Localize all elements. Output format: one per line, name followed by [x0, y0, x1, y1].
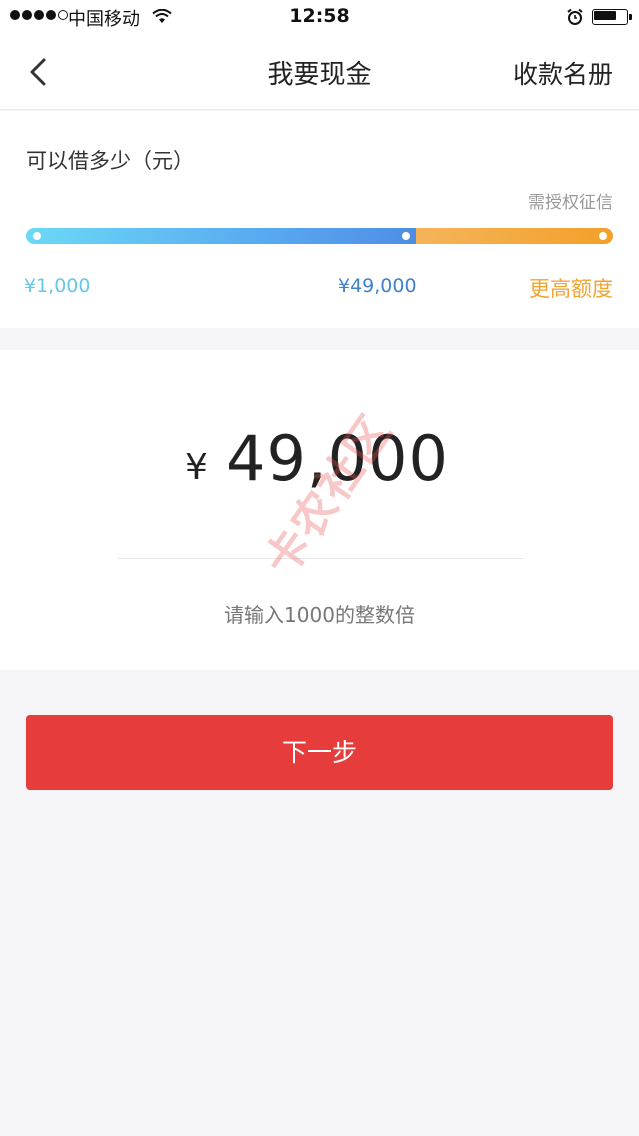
currency-symbol: ¥	[185, 447, 208, 488]
credit-auth-hint: 需授权征信	[528, 193, 613, 213]
limit-label: 可以借多少（元）	[26, 149, 194, 173]
payee-list-button[interactable]: 收款名册	[513, 55, 613, 91]
slider-min-label: ¥1,000	[24, 275, 91, 297]
limit-card: 可以借多少（元） 需授权征信 ¥1,000 ¥49,000 更高额度	[0, 111, 639, 328]
page: 中国移动 12:58 我要现金 收款名册 可以借多少（元） 需授权征信 ¥1,0…	[0, 0, 639, 1136]
status-bar: 中国移动 12:58	[0, 0, 639, 34]
amount-slider[interactable]	[26, 228, 613, 244]
amount-underline	[118, 558, 523, 559]
higher-limit-link[interactable]: 更高额度	[529, 273, 613, 303]
slider-end-handle[interactable]	[599, 232, 607, 240]
amount-hint: 请输入1000的整数倍	[224, 603, 415, 627]
slider-min-handle[interactable]	[33, 232, 41, 240]
nav-bar: 我要现金 收款名册	[0, 34, 639, 110]
slider-max-handle[interactable]	[402, 232, 410, 240]
amount-input[interactable]: 49,000	[226, 422, 449, 495]
slider-locked-range	[416, 228, 613, 244]
next-step-button[interactable]: 下一步	[26, 715, 613, 790]
slider-max-label: ¥49,000	[338, 275, 417, 297]
slider-available-range	[26, 228, 416, 244]
alarm-icon	[567, 8, 583, 25]
status-time: 12:58	[289, 5, 350, 27]
amount-card: ¥ 49,000 请输入1000的整数倍	[0, 350, 639, 670]
battery-icon	[592, 9, 632, 25]
